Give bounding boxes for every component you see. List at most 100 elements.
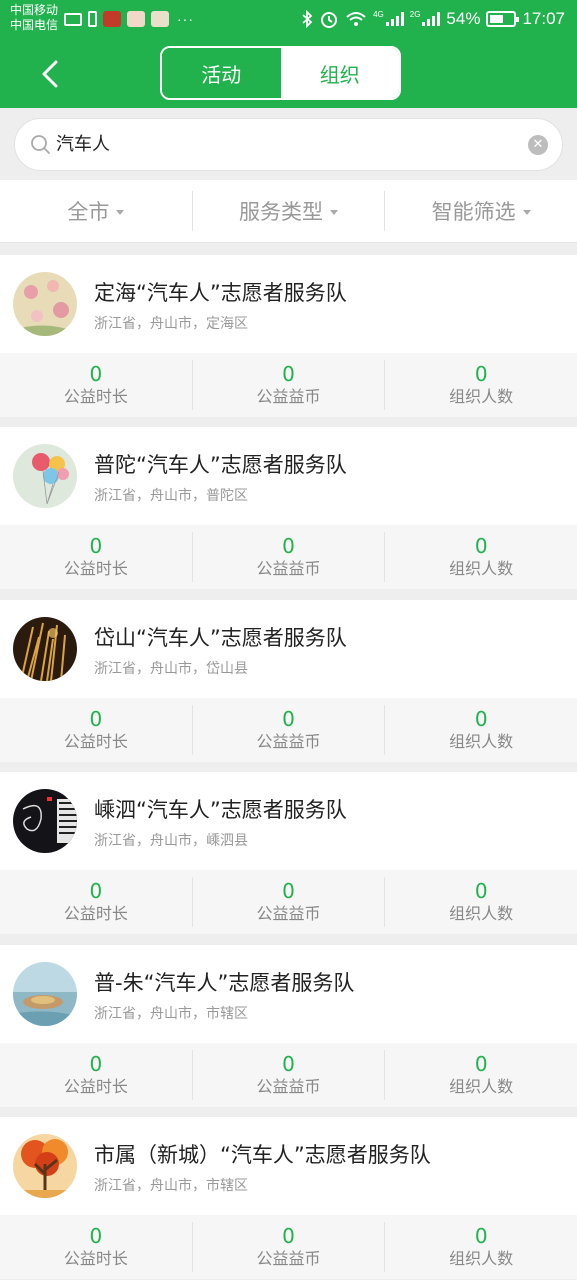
org-location: 浙江省，舟山市，嵊泗县 bbox=[94, 833, 248, 849]
battery-percent: 54% bbox=[446, 9, 481, 28]
caret-down-icon bbox=[522, 209, 531, 215]
org-stats: 0 公益时长 0 公益益币 0 组织人数 bbox=[0, 525, 577, 589]
org-name: 普-朱“汽车人”志愿者服务队 bbox=[94, 971, 355, 995]
stat-coins: 0 公益益币 bbox=[193, 707, 385, 753]
network-4g-label: 4G bbox=[373, 9, 384, 19]
search-input[interactable]: 汽车人 ✕ bbox=[14, 118, 563, 171]
search-query: 汽车人 bbox=[56, 134, 110, 155]
org-card-header[interactable]: 普陀“汽车人”志愿者服务队 浙江省，舟山市，普陀区 bbox=[0, 427, 577, 525]
wifi-icon bbox=[346, 12, 366, 26]
signal-icon-2 bbox=[422, 12, 441, 26]
org-card-header[interactable]: 普-朱“汽车人”志愿者服务队 浙江省，舟山市，市辖区 bbox=[0, 945, 577, 1043]
stat-coins-label: 公益益币 bbox=[256, 732, 321, 751]
more-notifications: ··· bbox=[177, 11, 194, 27]
stat-hours: 0 公益时长 bbox=[0, 879, 192, 925]
stat-hours-value: 0 bbox=[89, 1052, 103, 1076]
status-bar: 中国移动 中国电信 ··· 4G 2G 54% 17:07 bbox=[0, 0, 577, 38]
status-right: 4G 2G 54% 17:07 bbox=[301, 7, 565, 31]
stat-hours: 0 公益时长 bbox=[0, 707, 192, 753]
stat-hours-label: 公益时长 bbox=[63, 1249, 128, 1268]
stat-members: 0 组织人数 bbox=[385, 362, 577, 408]
org-avatar bbox=[13, 444, 77, 508]
stat-members-label: 组织人数 bbox=[449, 387, 514, 406]
stat-coins: 0 公益益币 bbox=[193, 1052, 385, 1098]
stat-coins-value: 0 bbox=[282, 1052, 295, 1076]
org-stats: 0 公益时长 0 公益益币 0 组织人数 bbox=[0, 1043, 577, 1107]
clear-icon[interactable]: ✕ bbox=[528, 135, 548, 155]
org-card[interactable]: 普陀“汽车人”志愿者服务队 浙江省，舟山市，普陀区 0 公益时长 0 公益益币 … bbox=[0, 427, 577, 589]
filter-service-type[interactable]: 服务类型 bbox=[193, 196, 385, 226]
stat-hours-value: 0 bbox=[89, 707, 103, 731]
stat-members-value: 0 bbox=[474, 707, 488, 731]
stat-coins: 0 公益益币 bbox=[193, 879, 385, 925]
stat-hours-label: 公益时长 bbox=[63, 904, 128, 923]
stat-members: 0 组织人数 bbox=[385, 534, 577, 580]
filter-city-label: 全市 bbox=[67, 200, 110, 224]
org-stats: 0 公益时长 0 公益益币 0 组织人数 bbox=[0, 1215, 577, 1279]
filter-smart[interactable]: 智能筛选 bbox=[385, 196, 577, 226]
stat-coins-label: 公益益币 bbox=[256, 1249, 321, 1268]
filter-service-type-label: 服务类型 bbox=[239, 200, 323, 224]
org-name: 定海“汽车人”志愿者服务队 bbox=[94, 281, 347, 305]
org-card[interactable]: 普-朱“汽车人”志愿者服务队 浙江省，舟山市，市辖区 0 公益时长 0 公益益币… bbox=[0, 945, 577, 1107]
filter-city[interactable]: 全市 bbox=[0, 196, 192, 226]
stat-members: 0 组织人数 bbox=[385, 707, 577, 753]
stat-hours-label: 公益时长 bbox=[63, 732, 128, 751]
caret-down-icon bbox=[116, 209, 125, 215]
chevron-left-icon bbox=[42, 60, 58, 88]
carrier-2: 中国电信 bbox=[10, 18, 59, 32]
bluetooth-icon bbox=[302, 10, 313, 28]
stat-members-label: 组织人数 bbox=[449, 1249, 514, 1268]
stat-coins-label: 公益益币 bbox=[256, 1077, 321, 1096]
org-card[interactable]: 嵊泗“汽车人”志愿者服务队 浙江省，舟山市，嵊泗县 0 公益时长 0 公益益币 … bbox=[0, 772, 577, 934]
stat-coins-value: 0 bbox=[282, 534, 295, 558]
org-card[interactable]: 岱山“汽车人”志愿者服务队 浙江省，舟山市，岱山县 0 公益时长 0 公益益币 … bbox=[0, 600, 577, 762]
search-icon bbox=[31, 135, 50, 154]
stat-coins: 0 公益益币 bbox=[193, 534, 385, 580]
org-card-header[interactable]: 定海“汽车人”志愿者服务队 浙江省，舟山市，定海区 bbox=[0, 255, 577, 353]
stat-members: 0 组织人数 bbox=[385, 879, 577, 925]
weibo-icon bbox=[103, 11, 121, 27]
small-battery-icon bbox=[88, 11, 97, 27]
segmented-control: 活动 组织 bbox=[160, 46, 401, 100]
org-stats: 0 公益时长 0 公益益币 0 组织人数 bbox=[0, 870, 577, 934]
stat-coins-label: 公益益币 bbox=[256, 904, 321, 923]
stat-coins-value: 0 bbox=[282, 362, 295, 386]
tab-activity[interactable]: 活动 bbox=[162, 48, 281, 98]
stat-hours-label: 公益时长 bbox=[63, 387, 128, 406]
org-card[interactable]: 定海“汽车人”志愿者服务队 浙江省，舟山市，定海区 0 公益时长 0 公益益币 … bbox=[0, 255, 577, 417]
stat-members-label: 组织人数 bbox=[449, 732, 514, 751]
stat-coins: 0 公益益币 bbox=[193, 1224, 385, 1270]
header: 活动 组织 bbox=[0, 38, 577, 108]
briefcase-icon bbox=[64, 12, 82, 26]
stat-hours-value: 0 bbox=[89, 362, 103, 386]
tab-organization[interactable]: 组织 bbox=[280, 48, 399, 98]
app-notification-icon-2 bbox=[151, 11, 169, 27]
stat-hours: 0 公益时长 bbox=[0, 534, 192, 580]
org-card-header[interactable]: 嵊泗“汽车人”志愿者服务队 浙江省，舟山市，嵊泗县 bbox=[0, 772, 577, 870]
org-location: 浙江省，舟山市，市辖区 bbox=[94, 1178, 248, 1194]
org-card[interactable]: 市属（新城）“汽车人”志愿者服务队 浙江省，舟山市，市辖区 0 公益时长 0 公… bbox=[0, 1117, 577, 1279]
network-2g-label: 2G bbox=[409, 9, 421, 19]
org-avatar bbox=[13, 617, 77, 681]
org-name: 普陀“汽车人”志愿者服务队 bbox=[94, 453, 347, 477]
stat-members-value: 0 bbox=[474, 879, 488, 903]
stat-members-value: 0 bbox=[474, 1224, 488, 1248]
stat-coins-label: 公益益币 bbox=[256, 559, 321, 578]
stat-members-value: 0 bbox=[474, 1052, 488, 1076]
org-stats: 0 公益时长 0 公益益币 0 组织人数 bbox=[0, 698, 577, 762]
stat-hours: 0 公益时长 bbox=[0, 1224, 192, 1270]
org-card-header[interactable]: 岱山“汽车人”志愿者服务队 浙江省，舟山市，岱山县 bbox=[0, 600, 577, 698]
org-stats: 0 公益时长 0 公益益币 0 组织人数 bbox=[0, 353, 577, 417]
filter-smart-label: 智能筛选 bbox=[431, 200, 516, 224]
stat-members-value: 0 bbox=[474, 362, 488, 386]
back-button[interactable] bbox=[30, 54, 70, 94]
org-card-header[interactable]: 市属（新城）“汽车人”志愿者服务队 浙江省，舟山市，市辖区 bbox=[0, 1117, 577, 1215]
org-location: 浙江省，舟山市，岱山县 bbox=[94, 661, 248, 677]
stat-hours: 0 公益时长 bbox=[0, 362, 192, 408]
stat-coins-value: 0 bbox=[282, 1224, 295, 1248]
stat-hours-value: 0 bbox=[89, 1224, 103, 1248]
clock: 17:07 bbox=[522, 9, 565, 28]
carrier-info: 中国移动 中国电信 bbox=[10, 3, 58, 33]
search-area: 汽车人 ✕ bbox=[0, 108, 577, 180]
